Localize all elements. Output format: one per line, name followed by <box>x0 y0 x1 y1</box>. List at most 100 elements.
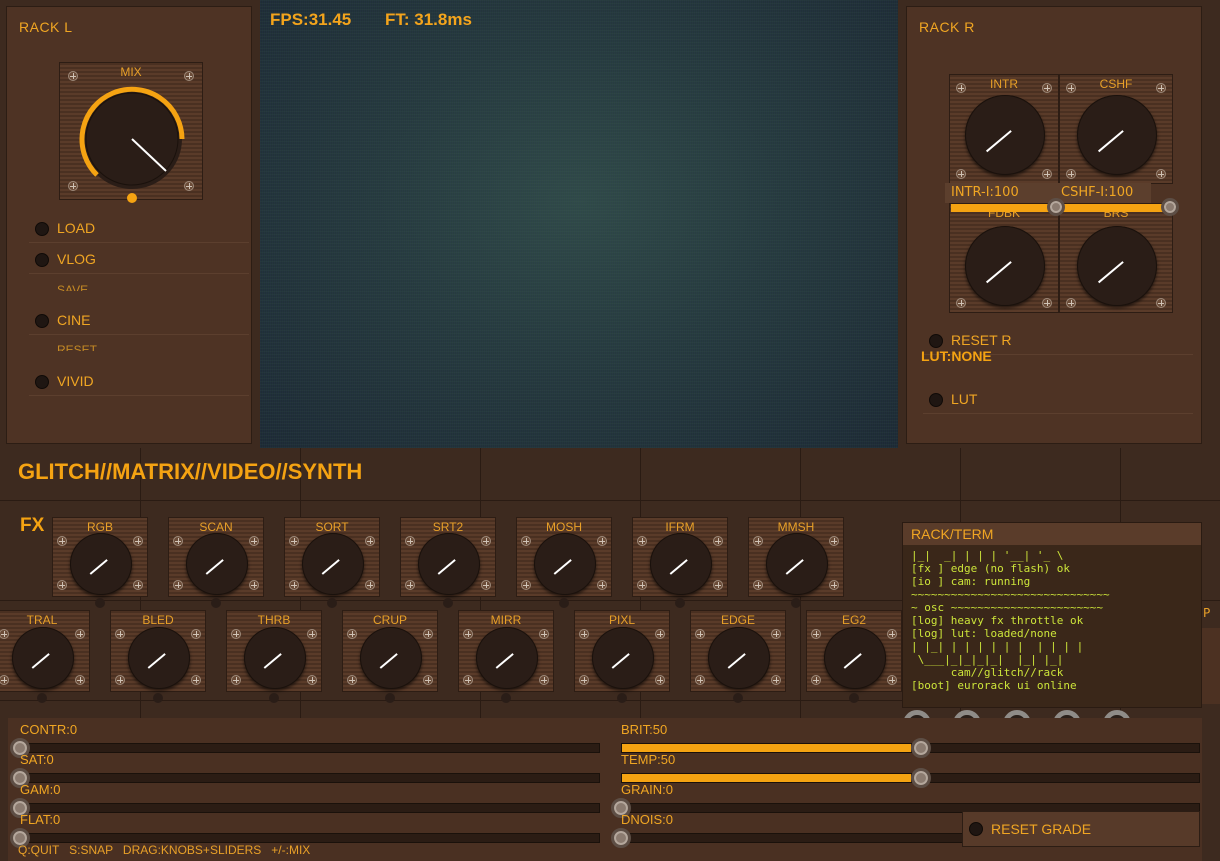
screw-icon <box>1042 83 1052 93</box>
cshf-tag: CSHF-I:100 <box>1055 183 1151 203</box>
flat-slider-track[interactable] <box>20 833 600 843</box>
thrb-knob[interactable] <box>244 627 306 689</box>
edge-indicator <box>733 693 743 703</box>
scan-label: SCAN <box>199 520 233 534</box>
cine-button[interactable]: CINE <box>29 309 249 335</box>
mix-knob[interactable] <box>74 81 190 197</box>
cshf-slider-fill[interactable] <box>1061 204 1165 212</box>
screw-icon <box>1066 83 1076 93</box>
screw-icon <box>68 71 78 81</box>
screw-icon <box>365 580 375 590</box>
mmsh-knob[interactable] <box>766 533 828 595</box>
screw-icon <box>695 629 705 639</box>
gam-slider-track[interactable] <box>20 803 600 813</box>
scan-module: SCAN <box>168 517 264 597</box>
knob-needle <box>437 559 456 575</box>
dnois-slider-thumb[interactable] <box>611 828 631 848</box>
thrb-label: THRB <box>257 613 291 627</box>
fdbk-module: FDBK <box>949 203 1059 313</box>
brit-slider-fill <box>622 744 911 752</box>
reset-r-label: RESET R <box>951 332 1012 348</box>
crup-knob[interactable] <box>360 627 422 689</box>
sat-slider-track[interactable] <box>20 773 600 783</box>
pixl-module: PIXL <box>574 610 670 692</box>
brs-knob[interactable] <box>1077 226 1157 306</box>
screw-icon <box>521 580 531 590</box>
terminal-line: [log] heavy fx throttle ok <box>911 614 1084 627</box>
brit-slider-thumb[interactable] <box>910 738 931 758</box>
thrb-indicator <box>269 693 279 703</box>
led-icon <box>929 334 943 348</box>
intr-slider-thumb[interactable] <box>1047 198 1065 216</box>
knob-needle <box>321 559 340 575</box>
sort-module: SORT <box>284 517 380 597</box>
scan-knob[interactable] <box>186 533 248 595</box>
mirr-knob[interactable] <box>476 627 538 689</box>
screw-icon <box>579 675 589 685</box>
tral-indicator <box>37 693 47 703</box>
srt2-label: SRT2 <box>432 520 464 534</box>
rgb-knob[interactable] <box>70 533 132 595</box>
brit-label: BRIT:50 <box>621 722 668 737</box>
terminal-line: [boot] eurorack ui online <box>911 679 1077 692</box>
screw-icon <box>521 536 531 546</box>
cshf-slider-thumb[interactable] <box>1161 198 1179 216</box>
rgb-indicator <box>95 598 105 608</box>
gam-label: GAM:0 <box>20 782 61 797</box>
mix-label: MIX <box>120 65 142 79</box>
vlog-button[interactable]: VLOG <box>29 248 249 274</box>
terminal-line: | |_| | | | | | | | | | | <box>911 640 1084 653</box>
screw-icon <box>191 629 201 639</box>
screw-icon <box>405 580 415 590</box>
vivid-label: VIVID <box>57 373 94 389</box>
temp-slider-thumb[interactable] <box>910 768 931 788</box>
screw-icon <box>173 580 183 590</box>
screw-icon <box>1042 298 1052 308</box>
eg2-indicator <box>849 693 859 703</box>
srt2-knob[interactable] <box>418 533 480 595</box>
app-title: GLITCH//MATRIX//VIDEO//SYNTH <box>18 459 363 484</box>
bled-knob[interactable] <box>128 627 190 689</box>
pixl-label: PIXL <box>608 613 635 627</box>
screw-icon <box>713 536 723 546</box>
terminal-line: ~~~~~~~~~~~~~~~~~~~~~~~~~~~~~~ <box>911 588 1110 601</box>
rack-r-panel: RACK R INTR CSHF FDBK BRS INTR-I:100 CSH… <box>906 6 1202 444</box>
eg2-knob[interactable] <box>824 627 886 689</box>
cshf-knob[interactable] <box>1077 95 1157 175</box>
screw-icon <box>597 536 607 546</box>
scan-indicator <box>211 598 221 608</box>
contr-slider-track[interactable] <box>20 743 600 753</box>
terminal-line: [io ] cam: running <box>911 575 1031 588</box>
edge-knob[interactable] <box>708 627 770 689</box>
ifrm-indicator <box>675 598 685 608</box>
lut-button[interactable]: LUT <box>923 388 1193 414</box>
load-label: LOAD <box>57 220 96 236</box>
reset-grade-button[interactable]: RESET GRADE <box>962 811 1200 847</box>
screw-icon <box>481 580 491 590</box>
fps-readout: FPS:31.45 <box>270 10 352 29</box>
intr-knob[interactable] <box>965 95 1045 175</box>
vivid-button[interactable]: VIVID <box>29 370 249 396</box>
mosh-knob[interactable] <box>534 533 596 595</box>
pixl-indicator <box>617 693 627 703</box>
screw-icon <box>753 536 763 546</box>
grain-label: GRAIN:0 <box>621 782 674 797</box>
pixl-knob[interactable] <box>592 627 654 689</box>
rgb-label: RGB <box>86 520 113 534</box>
ifrm-knob[interactable] <box>650 533 712 595</box>
knob-needle <box>263 653 282 669</box>
temp-label: TEMP:50 <box>621 752 676 767</box>
knob-needle <box>379 653 398 669</box>
mosh-label: MOSH <box>546 520 582 534</box>
led-icon <box>35 375 49 389</box>
screw-icon <box>887 675 897 685</box>
screw-icon <box>1156 169 1166 179</box>
load-button[interactable]: LOAD <box>29 217 249 243</box>
ifrm-module: IFRM <box>632 517 728 597</box>
intr-slider-fill[interactable] <box>951 204 1055 212</box>
terminal-line: ~ osc ~~~~~~~~~~~~~~~~~~~~~~~ <box>911 601 1104 614</box>
sort-knob[interactable] <box>302 533 364 595</box>
fdbk-knob[interactable] <box>965 226 1045 306</box>
screw-icon <box>57 580 67 590</box>
tral-knob[interactable] <box>12 627 74 689</box>
